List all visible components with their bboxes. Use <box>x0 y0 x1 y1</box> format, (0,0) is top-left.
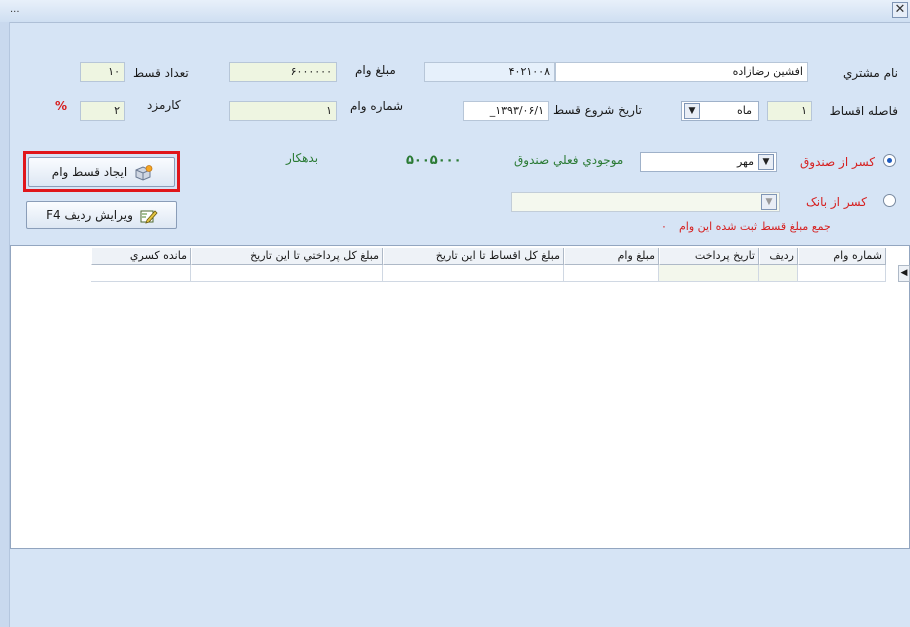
col-total-installments[interactable]: مبلغ کل اقساط تا اين تاريخ <box>383 248 564 265</box>
fund-select[interactable]: ▼ مهر <box>640 152 777 172</box>
bank-deduct-radio[interactable] <box>883 194 896 207</box>
window-titlebar: ... ✕ <box>0 0 910 23</box>
create-installment-label: ايجاد قسط وام <box>51 165 128 179</box>
close-icon: ✕ <box>894 2 906 17</box>
loan-amount-label: مبلغ وام <box>355 63 396 77</box>
table-cell[interactable] <box>759 265 798 282</box>
table-cell[interactable] <box>91 265 191 282</box>
fund-deduct-label: کسر از صندوق <box>800 155 876 169</box>
total-installments-value: ۰ <box>661 220 667 233</box>
interval-unit-value: ماه <box>736 104 752 117</box>
fund-balance-label: موجودي فعلي صندوق <box>514 153 624 167</box>
bank-deduct-label: کسر از بانک <box>806 195 867 209</box>
row-indicator-icon[interactable]: ◀ <box>898 265 910 282</box>
left-border-strip <box>0 22 10 627</box>
col-total-paid[interactable]: مبلغ کل پرداختي تا اين تاريخ <box>191 248 383 265</box>
chevron-down-icon[interactable]: ▼ <box>758 154 774 170</box>
col-row[interactable]: رديف <box>759 248 798 265</box>
edit-row-label: ويرايش رديف F4 <box>46 208 133 222</box>
percent-sign: % <box>55 99 68 113</box>
customer-name-label: نام مشتري <box>842 66 898 80</box>
fee-field[interactable]: ۲ <box>80 101 125 121</box>
table-cell[interactable] <box>564 265 659 282</box>
edit-row-button[interactable]: ويرايش رديف F4 <box>26 201 177 229</box>
table-cell[interactable] <box>798 265 886 282</box>
grid-header: شماره وام رديف تاريخ پرداخت مبلغ وام مبل… <box>91 248 886 265</box>
window-title: ... <box>10 4 20 15</box>
chevron-down-icon[interactable]: ▼ <box>761 194 777 210</box>
interval-unit-select[interactable]: ▼ ماه <box>681 101 759 121</box>
account-code-field[interactable]: ۴۰۲۱۰۰۸ <box>424 62 555 82</box>
col-loan-amount[interactable]: مبلغ وام <box>564 248 659 265</box>
package-add-icon <box>133 165 153 181</box>
edit-pencil-icon <box>139 208 158 224</box>
start-date-label: تاريخ شروع قسط <box>553 103 642 117</box>
table-row[interactable] <box>91 265 886 282</box>
chevron-down-icon[interactable]: ▼ <box>684 103 700 119</box>
fund-deduct-radio[interactable] <box>883 154 896 167</box>
create-installment-button[interactable]: ايجاد قسط وام <box>28 157 175 187</box>
installment-count-label: تعداد قسط <box>133 66 189 80</box>
fund-name-value: مهر <box>736 155 754 168</box>
installments-grid[interactable]: شماره وام رديف تاريخ پرداخت مبلغ وام مبل… <box>10 245 910 549</box>
loan-number-label: شماره وام <box>350 99 404 113</box>
customer-name-field[interactable]: افشين رضازاده <box>555 62 808 82</box>
bank-select[interactable]: ▼ <box>511 192 780 212</box>
fund-balance-value: ۵۰۰۵۰۰۰ <box>406 153 462 168</box>
fee-label: کارمزد <box>147 98 181 112</box>
total-installments-label: جمع مبلغ قسط ثبت شده اين وام <box>679 220 831 233</box>
loan-amount-field[interactable]: ۶۰۰۰۰۰۰ <box>229 62 337 82</box>
debtor-label: بدهکار <box>286 151 319 165</box>
table-cell[interactable] <box>383 265 564 282</box>
col-payment-date[interactable]: تاريخ پرداخت <box>659 248 759 265</box>
installment-interval-label: فاصله اقساط <box>829 104 898 118</box>
col-loan-number[interactable]: شماره وام <box>798 248 886 265</box>
table-cell[interactable] <box>659 265 759 282</box>
close-button[interactable]: ✕ <box>892 2 908 18</box>
installment-interval-field[interactable]: ۱ <box>767 101 812 121</box>
loan-number-field[interactable]: ۱ <box>229 101 337 121</box>
start-date-field[interactable]: _۱۳۹۳/۰۶/۱ <box>463 101 549 121</box>
installment-count-field[interactable]: ۱۰ <box>80 62 125 82</box>
col-remaining-deficit[interactable]: مانده کسري <box>91 248 191 265</box>
table-cell[interactable] <box>191 265 383 282</box>
